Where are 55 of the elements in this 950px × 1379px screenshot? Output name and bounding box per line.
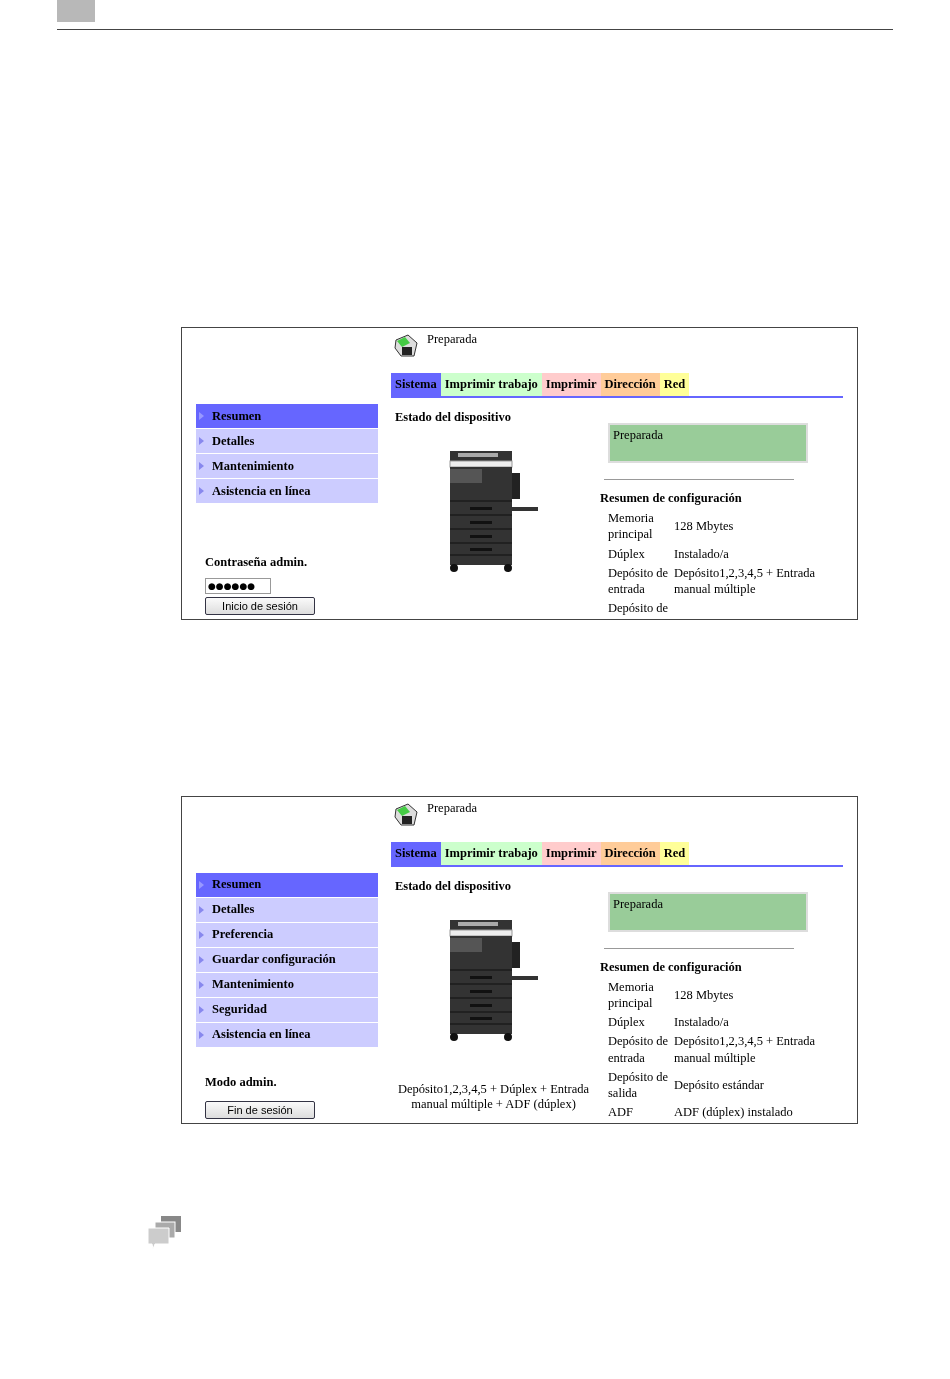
tab[interactable]: Red [659,373,690,396]
sidebar-item[interactable]: Asistencia en línea [196,479,378,503]
section-title: Estado del dispositivo [395,410,512,425]
password-field[interactable]: ●●●●●● [205,577,271,594]
login-button[interactable]: Inicio de sesión [205,596,315,615]
config-value: Instalado/a [674,1014,730,1031]
config-value: Depósito1,2,3,4,5 + Entrada manual múltiple [674,564,817,598]
admin-label: Contraseña admin. [205,554,308,570]
config-label: ADF [608,1104,634,1121]
tab[interactable]: Dirección [600,373,660,396]
status-text: Preparada [427,332,477,347]
sidebar-item[interactable]: Detalles [196,429,378,453]
printer-icon [391,800,419,827]
tab[interactable]: Red [659,841,690,865]
sidebar-item[interactable]: Preferencia [196,922,378,947]
sidebar-item[interactable]: Resumen [196,404,378,428]
tab[interactable]: Sistema [391,373,441,396]
config-value: ADF (dúplex) instalado [674,1104,794,1121]
status-box: Preparada [608,891,808,932]
sidebar-item[interactable]: Guardar configuración [196,947,378,972]
sidebar-item[interactable]: Asistencia en línea [196,1022,378,1047]
config-value: 128 Mbytes [674,986,735,1003]
section-title: Estado del dispositivo [395,878,512,894]
tab[interactable]: Sistema [391,841,441,865]
printer-icon [391,332,419,358]
speech-bubbles-icon [147,1213,183,1250]
device-caption: Depósito1,2,3,4,5 + Dúplex + Entrada manual múltiple + ADF (dúplex) [396,1081,591,1112]
config-label: Dúplex [608,1014,646,1031]
sidebar-item[interactable]: Mantenimiento [196,972,378,997]
config-label: Depósito de entrada [608,564,670,598]
sidebar-item[interactable]: Detalles [196,897,378,922]
config-label: Dúplex [608,545,646,562]
config-value: 128 Mbytes [674,518,735,535]
tab[interactable]: Imprimir trabajo [440,373,542,396]
status-text: Preparada [427,800,477,816]
config-value: Instalado/a [674,545,730,562]
config-label: Depósito de salida [608,1068,670,1102]
status-box: Preparada [608,423,808,463]
config-label: Depósito de [608,600,670,617]
sidebar-item[interactable]: Seguridad [196,997,378,1022]
logout-button[interactable]: Fin de sesión [205,1100,315,1119]
config-title: Resumen de configuración [600,959,743,975]
tab[interactable]: Imprimir trabajo [440,841,542,865]
tab[interactable]: Imprimir [541,841,601,865]
config-label: Memoria principal [608,978,655,1011]
sidebar-item[interactable]: Resumen [196,872,378,897]
tab[interactable]: Dirección [600,841,660,865]
config-title: Resumen de configuración [600,491,743,506]
tab[interactable]: Imprimir [541,373,601,396]
config-label: Memoria principal [608,510,655,543]
sidebar-item[interactable]: Mantenimiento [196,454,378,478]
admin-label: Modo admin. [205,1074,277,1090]
config-value: Depósito1,2,3,4,5 + Entrada manual múltiple [674,1033,817,1066]
config-value: Depósito estándar [674,1076,765,1094]
config-label: Depósito de entrada [608,1033,670,1066]
